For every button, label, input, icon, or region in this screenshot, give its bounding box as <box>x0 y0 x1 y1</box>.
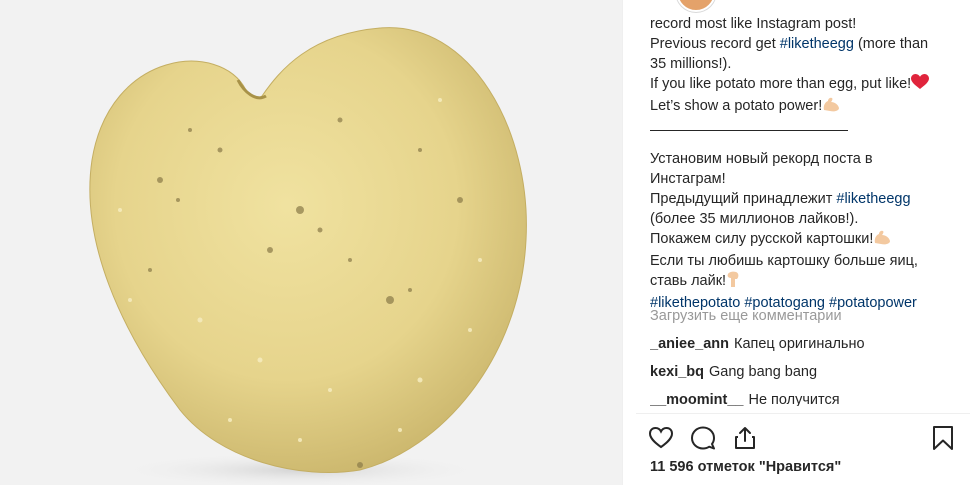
post-actions-bar <box>648 425 958 453</box>
divider-line <box>650 130 848 131</box>
caption-line: Если ты любишь картошку больше яиц, <box>650 253 918 269</box>
comment-item: _aniee_ann Капец оригинально <box>650 334 955 354</box>
load-more-comments-button[interactable]: Загрузить еще комментарии <box>650 306 842 326</box>
caption-line: If you like potato more than egg, put li… <box>650 74 955 96</box>
post-caption: record most like Instagram post! Previou… <box>650 14 955 313</box>
hashtag-link[interactable]: #potatopower <box>829 295 917 311</box>
post-photo[interactable] <box>0 0 622 485</box>
caption-line: ставь лайк! <box>650 271 955 293</box>
flexed-biceps-icon <box>822 96 840 118</box>
comment-item: kexi_bq Gang bang bang <box>650 362 955 382</box>
caption-line: Покажем силу русской картошки! <box>650 229 955 251</box>
bookmark-icon[interactable] <box>930 425 956 451</box>
caption-line: Установим новый рекорд поста в <box>650 151 873 167</box>
caption-line: Предыдущий принадлежит #liketheegg <box>650 191 911 207</box>
caption-line: Let’s show a potato power! <box>650 96 955 118</box>
comment-icon[interactable] <box>690 425 716 451</box>
likes-count[interactable]: 11 596 отметок "Нравится" <box>650 459 841 475</box>
comment-username[interactable]: kexi_bq <box>650 364 704 380</box>
clipped-comment-row <box>650 405 850 413</box>
caption-line: Инстаграм! <box>650 171 726 187</box>
comment-text: Не получится <box>748 392 840 406</box>
heart-icon <box>911 74 930 96</box>
comment-username[interactable]: _aniee_ann <box>650 336 729 352</box>
potato-image <box>89 27 527 485</box>
heart-icon[interactable] <box>648 425 674 451</box>
caption-line: 35 millions!). <box>650 56 732 72</box>
comment-list: _aniee_ann Капец оригинально kexi_bq Gang … <box>650 334 955 406</box>
caption-line: Previous record get #liketheegg (more th… <box>650 36 929 52</box>
hashtag-link[interactable]: #liketheegg <box>780 36 854 52</box>
comment-item: __moomint__ Не получится <box>650 390 955 406</box>
pointing-down-icon <box>726 271 740 293</box>
comment-username[interactable]: __moomint__ <box>650 392 743 406</box>
flexed-biceps-icon <box>873 229 891 251</box>
hashtag-link[interactable]: #liketheegg <box>836 191 910 207</box>
actions-divider <box>636 413 970 414</box>
caption-line: (более 35 миллионов лайков!). <box>650 211 859 227</box>
caption-line: record most like Instagram post! <box>650 16 857 32</box>
share-icon[interactable] <box>732 425 758 451</box>
comment-text: Gang bang bang <box>709 364 818 380</box>
comment-text: Капец оригинально <box>734 336 865 352</box>
